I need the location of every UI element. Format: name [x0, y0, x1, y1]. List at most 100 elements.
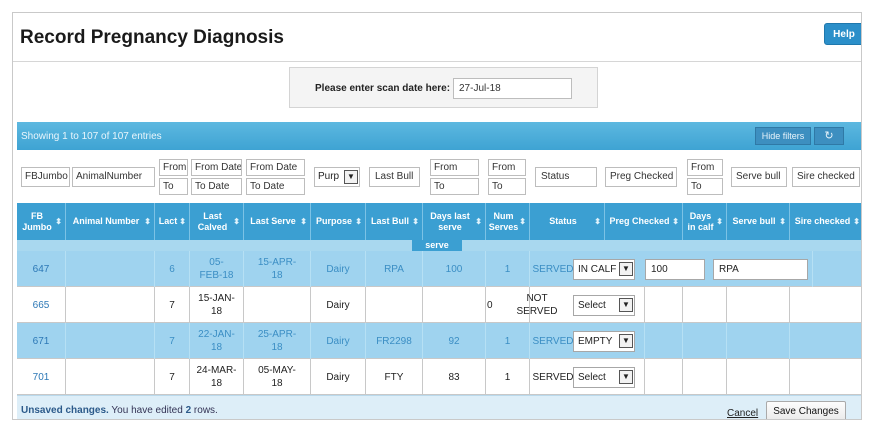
col-header-days-in-calf[interactable]: Days in calf ⬍ [683, 203, 727, 240]
cell-last-calved: 22-JAN-18 [190, 323, 244, 359]
cell-days-in-calf [683, 359, 727, 395]
status-select[interactable]: EMPTY ▼ [573, 331, 635, 352]
status-select-value: IN CALF [578, 264, 617, 275]
cell-serve-bull [727, 323, 790, 359]
cell-purpose: Dairy [311, 323, 366, 359]
filter-purpose-select[interactable]: Purp ▼ [314, 167, 360, 187]
cell-fb-jumbo[interactable]: 671 [17, 323, 66, 359]
filter-last-calved-to[interactable]: To Date [191, 178, 242, 195]
col-header-animal-number[interactable]: Animal Number ⬍ [66, 203, 155, 240]
filter-sire-checked[interactable]: Sire checked [792, 167, 860, 187]
filter-days-from[interactable]: From [430, 159, 479, 176]
cell-lact: 7 [155, 323, 190, 359]
col-header-label: Serve bull [732, 216, 776, 226]
cell-preg-checked [644, 359, 683, 395]
sort-icon: ⬍ [475, 217, 482, 226]
col-header-label: Num Serves [488, 210, 519, 232]
cell-last-serve: 05-MAY-18 [244, 359, 311, 395]
help-button[interactable]: Help [824, 23, 861, 45]
chevron-down-icon: ▼ [619, 334, 633, 348]
table-row[interactable]: 701 7 24-MAR-18 05-MAY-18 Dairy FTY 83 1… [17, 359, 861, 395]
cell-purpose: Dairy [311, 359, 366, 395]
save-changes-button[interactable]: Save Changes [766, 401, 846, 419]
table-row[interactable]: 647 6 05-FEB-18 15-APR-18 Dairy RPA 100 … [17, 251, 861, 287]
sort-icon: ⬍ [853, 217, 860, 226]
cell-fb-jumbo[interactable]: 647 [17, 251, 66, 287]
edited-suffix: rows. [193, 405, 218, 416]
cell-fb-jumbo[interactable]: 665 [17, 287, 66, 323]
filter-days-to[interactable]: To [430, 178, 479, 195]
status-select[interactable]: Select ▼ [573, 367, 635, 388]
page-frame: Record Pregnancy Diagnosis Help Please e… [12, 12, 862, 420]
col-header-label: Status [549, 216, 577, 226]
table-row[interactable]: 671 7 22-JAN-18 25-APR-18 Dairy FR2298 9… [17, 323, 861, 359]
unsaved-label: Unsaved changes. [21, 405, 109, 416]
filter-days-in-calf-to[interactable]: To [687, 178, 723, 195]
cell-fb-jumbo[interactable]: 701 [17, 359, 66, 395]
unsaved-changes-text: Unsaved changes. You have edited 2 rows. [21, 405, 218, 416]
chevron-down-icon: ▼ [344, 170, 358, 184]
col-header-label: Purpose [315, 216, 352, 226]
col-header-days-last-serve[interactable]: Days last serve ⬍ [423, 203, 486, 240]
chevron-down-icon: ▼ [619, 298, 633, 312]
filter-fbjumbo[interactable]: FBJumbo [21, 167, 70, 187]
filter-preg-checked[interactable]: Preg Checked [605, 167, 677, 187]
col-header-status[interactable]: Status ⬍ [530, 203, 605, 240]
serve-bull-input[interactable]: RPA [713, 259, 808, 280]
filter-last-calved-from[interactable]: From Date [191, 159, 242, 176]
sort-icon: ⬍ [779, 217, 786, 226]
col-header-fb-jumbo[interactable]: FB Jumbo ⬍ [17, 203, 66, 240]
filter-num-from[interactable]: From [488, 159, 526, 176]
col-header-overflow-text: serve [412, 240, 462, 251]
edited-count: 2 [185, 405, 192, 416]
cell-num-serves: 1 [486, 359, 530, 395]
filter-last-serve-to[interactable]: To Date [246, 178, 305, 195]
sort-icon: ⬍ [55, 217, 62, 226]
filter-animal-number[interactable]: AnimalNumber [72, 167, 155, 187]
filter-days-in-calf-from[interactable]: From [687, 159, 723, 176]
filter-last-bull[interactable]: Last Bull [369, 167, 420, 187]
filter-num-to[interactable]: To [488, 178, 526, 195]
cell-sire-checked [812, 251, 861, 287]
filter-status[interactable]: Status [535, 167, 597, 187]
col-header-purpose[interactable]: Purpose ⬍ [311, 203, 366, 240]
cell-last-bull: FTY [366, 359, 423, 395]
col-header-lact[interactable]: Lact ⬍ [155, 203, 190, 240]
col-header-last-calved[interactable]: Last Calved ⬍ [190, 203, 244, 240]
col-header-preg-checked[interactable]: Preg Checked ⬍ [605, 203, 683, 240]
table-row[interactable]: 665 7 15-JAN-18 Dairy 0 NOT SERVED Selec… [17, 287, 861, 323]
col-header-label: Animal Number [72, 216, 140, 226]
cell-days-last-serve: 83 [423, 359, 486, 395]
status-select-value: Select [578, 372, 606, 383]
entries-count-text: Showing 1 to 107 of 107 entries [21, 131, 162, 142]
col-header-num-serves[interactable]: Num Serves ⬍ [486, 203, 530, 240]
cancel-link[interactable]: Cancel [727, 408, 758, 419]
refresh-button[interactable]: ↻ [814, 127, 844, 145]
sort-icon: ⬍ [233, 217, 240, 226]
filter-serve-bull[interactable]: Serve bull [731, 167, 787, 187]
sort-icon: ⬍ [144, 217, 151, 226]
sort-icon: ⬍ [519, 217, 526, 226]
col-header-last-bull[interactable]: Last Bull ⬍ [366, 203, 423, 240]
col-header-last-serve[interactable]: Last Serve ⬍ [244, 203, 311, 240]
cell-num-serves: 1 [486, 251, 530, 287]
cell-last-serve: 25-APR-18 [244, 323, 311, 359]
filter-lact-from[interactable]: From [159, 159, 188, 176]
preg-checked-input[interactable]: 100 [645, 259, 705, 280]
col-header-sire-checked[interactable]: Sire checked ⬍ [790, 203, 861, 240]
scan-date-input[interactable]: 27-Jul-18 [453, 78, 572, 99]
col-header-label: Days in calf [687, 210, 714, 232]
cell-days-last-serve: 92 [423, 323, 486, 359]
chevron-down-icon: ▼ [619, 370, 633, 384]
hide-filters-button[interactable]: Hide filters [755, 127, 811, 145]
col-header-label: Days last serve [430, 210, 470, 232]
cell-days-last-serve [423, 287, 486, 323]
sort-icon: ⬍ [412, 217, 419, 226]
filter-last-serve-from[interactable]: From Date [246, 159, 305, 176]
col-header-serve-bull[interactable]: Serve bull ⬍ [727, 203, 790, 240]
cell-lact: 6 [155, 251, 190, 287]
filter-lact-to[interactable]: To [159, 178, 188, 195]
cell-last-bull: FR2298 [366, 323, 423, 359]
status-select[interactable]: IN CALF ▼ [573, 259, 635, 280]
status-select[interactable]: Select ▼ [573, 295, 635, 316]
